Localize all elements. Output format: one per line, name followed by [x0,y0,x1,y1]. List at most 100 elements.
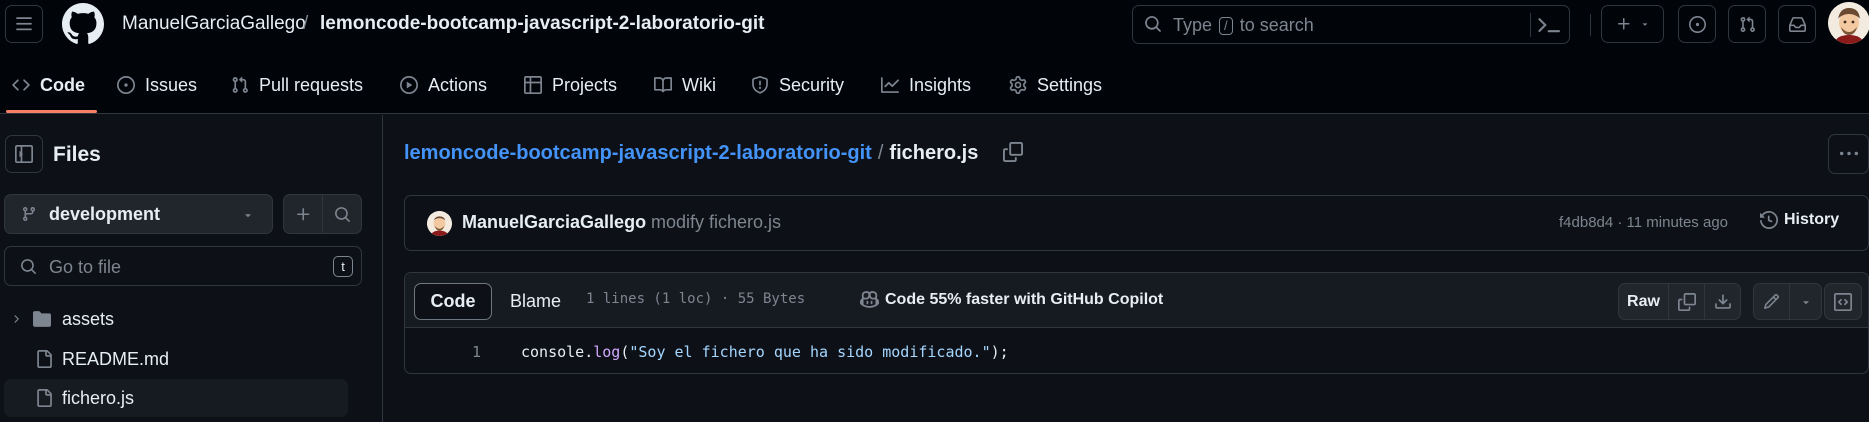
tab-code[interactable]: Code [12,70,85,100]
tab-insights[interactable]: Insights [881,70,971,100]
tree-item-file-selected[interactable]: fichero.js [4,379,348,417]
file-icon [35,350,53,368]
code-icon [12,79,30,91]
tab-actions[interactable]: Actions [400,70,487,100]
github-logo-icon[interactable] [62,3,104,45]
history-icon [1760,211,1778,229]
caret-down-icon [242,209,254,221]
file-icon [35,389,53,407]
command-palette-icon[interactable] [1538,14,1560,36]
raw-copy-download-group: Raw [1618,283,1741,320]
more-options-button[interactable] [1828,134,1869,174]
go-to-file-input[interactable]: Go to file t [4,246,362,286]
edit-file-button[interactable] [1754,284,1789,319]
issues-button[interactable] [1678,5,1716,43]
search-icon [1144,15,1162,33]
download-icon [1714,293,1731,309]
tab-settings-label: Settings [1037,74,1103,95]
edit-options-dropdown[interactable] [1790,284,1821,319]
book-icon [654,77,672,93]
header-divider [1590,14,1591,36]
tab-projects-label: Projects [552,74,618,95]
path-file-name: fichero.js [889,142,979,164]
file-tree-sidebar: Files development Go to file t assets RE… [0,115,383,422]
copy-path-icon[interactable] [1003,142,1023,162]
search-icon [334,206,350,222]
hamburger-icon [16,17,32,31]
tab-security-label: Security [779,74,845,95]
copy-icon [1677,292,1696,311]
commit-author-avatar[interactable] [427,211,452,236]
blame-view-button[interactable]: Blame [492,283,579,320]
menu-button[interactable] [5,5,43,43]
line-number[interactable]: 1 [461,343,481,361]
file-viewer: Code Blame 1 lines (1 loc) · 55 Bytes Co… [404,272,1869,374]
go-to-file-shortcut: t [333,256,353,277]
tree-item-folder[interactable]: assets [4,300,348,338]
caret-down-icon [1802,300,1809,304]
commit-message[interactable]: modify fichero.js [651,212,781,233]
create-new-button[interactable] [1601,5,1664,43]
tab-insights-label: Insights [909,74,972,95]
files-heading: Files [53,143,101,166]
tab-code-label: Code [40,74,85,95]
tab-wiki[interactable]: Wiki [654,70,716,100]
file-toolbar: Code Blame 1 lines (1 loc) · 55 Bytes Co… [405,273,1868,328]
copilot-promo-link[interactable]: Code 55% faster with GitHub Copilot [860,290,1163,309]
folder-icon [32,310,52,328]
pull-request-icon [1740,16,1755,32]
code-view-button[interactable]: Code [414,283,492,320]
search-placeholder: Type / to search [1173,15,1314,35]
issue-icon [1688,15,1706,33]
branch-selector[interactable]: development [4,194,273,234]
path-repo-link[interactable]: lemoncode-bootcamp-javascript-2-laborato… [404,142,872,164]
breadcrumb-owner[interactable]: ManuelGarciaGallego [122,13,306,35]
breadcrumb-repo[interactable]: lemoncode-bootcamp-javascript-2-laborato… [320,13,764,35]
graph-icon [881,77,899,93]
search-input[interactable]: Type / to search [1132,5,1570,44]
pull-request-icon [232,76,248,93]
issue-icon [117,76,135,94]
go-to-file-placeholder: Go to file [49,257,122,277]
search-files-button[interactable] [322,194,362,234]
raw-button[interactable]: Raw [1619,284,1668,319]
code-content: console.log("Soy el fichero que ha sido … [521,343,1009,361]
add-file-button[interactable] [283,194,323,234]
tree-item-label: assets [62,309,115,329]
plus-icon [1617,18,1629,30]
user-avatar[interactable] [1828,2,1869,44]
inbox-button[interactable] [1778,5,1816,43]
tree-item-label: fichero.js [62,388,135,408]
breadcrumb-separator: / [303,13,309,34]
kebab-horizontal-icon [1839,151,1858,156]
tab-issues[interactable]: Issues [117,70,197,100]
commit-author[interactable]: ManuelGarciaGallego [462,212,646,233]
chevron-right-icon[interactable] [10,313,22,325]
commit-hash-time[interactable]: f4db8d4 · 11 minutes ago [1559,214,1728,231]
copilot-icon [860,291,879,308]
tab-settings[interactable]: Settings [1009,70,1102,100]
tab-projects[interactable]: Projects [524,70,617,100]
download-button[interactable] [1705,284,1740,319]
branch-name: development [49,204,161,224]
view-mode-toggle: Code Blame [414,283,579,320]
file-stats: 1 lines (1 loc) · 55 Bytes [586,291,806,307]
file-path-breadcrumb: lemoncode-bootcamp-javascript-2-laborato… [404,142,978,165]
collapse-sidebar-button[interactable] [5,135,43,173]
plus-icon [296,207,309,220]
gear-icon [1009,76,1027,94]
symbols-panel-button[interactable] [1824,283,1862,320]
tab-security[interactable]: Security [751,70,844,100]
code-function-token: log [593,343,621,361]
pull-requests-button[interactable] [1728,5,1766,43]
code-line[interactable]: 1 console.log("Soy el fichero que ha sid… [405,329,1868,374]
tree-item-file[interactable]: README.md [4,340,348,378]
history-label: History [1784,211,1840,228]
pencil-icon [1764,293,1780,309]
app-header: ManuelGarciaGallego / lemoncode-bootcamp… [0,0,1869,114]
tab-pull-requests[interactable]: Pull requests [231,70,363,100]
branch-icon [21,206,37,222]
search-divider [1530,13,1531,37]
history-button[interactable]: History [1760,211,1839,229]
copy-raw-button[interactable] [1669,284,1704,319]
